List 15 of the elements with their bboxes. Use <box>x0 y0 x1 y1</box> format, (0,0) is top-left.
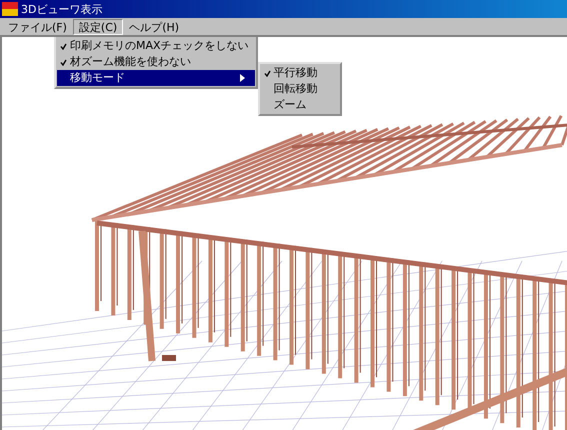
menu-item[interactable]: 設定(C) <box>72 18 124 34</box>
checkmark-icon <box>60 58 67 66</box>
checkmark-icon <box>60 42 67 50</box>
menu-option[interactable]: 平行移動 <box>260 65 339 81</box>
menu-option[interactable]: ズーム <box>260 97 339 113</box>
window-title: 3Dビューワ表示 <box>21 2 102 16</box>
menu-item[interactable]: ヘルプ(H) <box>123 18 186 34</box>
submenu-arrow-icon <box>240 74 245 82</box>
menu-option[interactable]: 移動モード <box>57 70 255 86</box>
menu-option[interactable]: 回転移動 <box>260 81 339 97</box>
menu-option[interactable]: 材ズーム機能を使わない <box>57 54 255 70</box>
checkmark-icon <box>264 70 271 76</box>
menu-item[interactable]: ファイル(F) <box>2 18 73 34</box>
menu-option[interactable]: 印刷メモリのMAXチェックをしない <box>57 38 255 54</box>
app-icon <box>2 2 18 16</box>
